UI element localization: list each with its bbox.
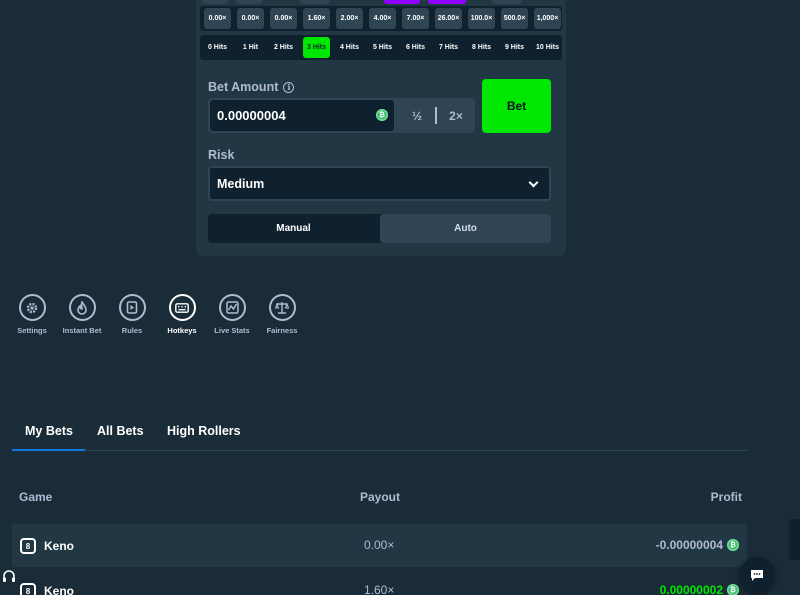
stats-icon: [218, 294, 246, 321]
risk-label: Risk: [208, 148, 235, 162]
tab-high-rollers[interactable]: High Rollers: [167, 424, 241, 438]
keno-bet-panel: 0.00× 0.00× 0.00× 1.60× 2.00× 4.00× 7.00× 26.00…: [196, 0, 566, 256]
tab-all-bets[interactable]: All Bets: [97, 424, 144, 438]
game-tools-bar: Settings Instant Bet Rules Hotkeys Live …: [14, 294, 314, 340]
rules-tool[interactable]: Rules: [107, 294, 157, 335]
bitcoin-icon: ₿: [727, 584, 739, 595]
hits-cell[interactable]: 7 Hits: [435, 37, 462, 58]
hits-cell[interactable]: 1 Hit: [237, 37, 264, 58]
column-header-profit: Profit: [710, 490, 742, 504]
tool-label: Hotkeys: [167, 326, 197, 335]
table-row[interactable]: 8 Keno 0.00× -0.00000004 ₿: [12, 524, 747, 567]
tile-remnant: [300, 0, 330, 4]
auto-tab[interactable]: Auto: [380, 214, 551, 243]
side-panel-edge[interactable]: [789, 519, 800, 560]
hits-cell[interactable]: 3 Hits: [303, 37, 330, 58]
scales-icon: [268, 294, 296, 321]
tile-remnant-selected: [428, 0, 466, 4]
payout-cell: 0.00×: [270, 8, 297, 29]
row-game: 8 Keno: [20, 583, 74, 595]
book-icon: [118, 294, 146, 321]
flame-icon: [68, 294, 96, 321]
half-bet-button[interactable]: ½: [398, 100, 436, 131]
tool-label: Rules: [121, 326, 143, 335]
row-profit-value: 0.00000002: [659, 583, 723, 595]
hits-cell[interactable]: 9 Hits: [501, 37, 528, 58]
bet-amount-field: ₿ ½ 2×: [208, 98, 475, 133]
tool-label: Live Stats: [214, 326, 250, 335]
payout-cell: 500.0×: [501, 8, 528, 29]
hits-cell[interactable]: 8 Hits: [468, 37, 495, 58]
risk-select[interactable]: Medium: [208, 166, 551, 201]
payout-cell: 100.0×: [468, 8, 495, 29]
payout-cell: 2.00×: [336, 8, 363, 29]
bet-button[interactable]: Bet: [482, 79, 551, 133]
bitcoin-icon: ₿: [727, 539, 739, 551]
row-profit: -0.00000004 ₿: [656, 538, 739, 552]
hits-cell[interactable]: 10 Hits: [534, 37, 561, 58]
hits-cell[interactable]: 6 Hits: [402, 37, 429, 58]
mode-toggle: Manual Auto: [208, 214, 551, 243]
keno-icon: 8: [20, 538, 36, 554]
row-profit: 0.00000002 ₿: [660, 583, 739, 595]
row-payout: 1.60×: [364, 583, 395, 595]
payout-cell: 7.00×: [402, 8, 429, 29]
bet-amount-label-group: Bet Amount i: [208, 80, 295, 94]
tile-remnant: [236, 0, 262, 4]
payout-cell: 1,000×: [534, 8, 561, 29]
payout-cell: 26.00×: [435, 8, 462, 29]
column-header-game: Game: [19, 490, 53, 504]
column-header-payout: Payout: [360, 490, 401, 504]
payout-multipliers-row: 0.00× 0.00× 0.00× 1.60× 2.00× 4.00× 7.00× 26.00…: [200, 6, 562, 31]
gear-icon: [18, 294, 46, 321]
bet-amount-label: Bet Amount: [208, 80, 279, 94]
double-bet-button[interactable]: 2×: [437, 100, 475, 131]
hits-row: 0 Hits 1 Hit 2 Hits 3 Hits 4 Hits 5 Hits 6 Hit…: [200, 35, 562, 60]
row-profit-value: -0.00000004: [655, 538, 723, 552]
tile-remnant: [202, 0, 228, 4]
tabs-divider: [12, 450, 748, 451]
row-payout: 0.00×: [364, 538, 395, 552]
hits-cell[interactable]: 4 Hits: [336, 37, 363, 58]
live-stats-tool[interactable]: Live Stats: [207, 294, 257, 335]
tile-remnant-selected: [384, 0, 420, 4]
hotkeys-tool[interactable]: Hotkeys: [157, 294, 207, 335]
hits-cell[interactable]: 2 Hits: [270, 37, 297, 58]
keyboard-icon: [168, 294, 196, 321]
risk-select-value: Medium: [217, 176, 265, 191]
tool-label: Instant Bet: [62, 326, 102, 335]
info-icon[interactable]: i: [283, 81, 295, 93]
instant-bet-tool[interactable]: Instant Bet: [57, 294, 107, 335]
chat-icon: [751, 569, 763, 581]
tool-label: Fairness: [266, 326, 298, 335]
bet-amount-input[interactable]: [210, 100, 394, 131]
keno-icon: 8: [20, 583, 36, 595]
tool-label: Settings: [17, 326, 47, 335]
row-game: 8 Keno: [20, 538, 74, 554]
hits-cell[interactable]: 5 Hits: [369, 37, 396, 58]
settings-tool[interactable]: Settings: [7, 294, 57, 335]
payout-cell: 0.00×: [204, 8, 231, 29]
hits-cell[interactable]: 0 Hits: [204, 37, 231, 58]
tab-my-bets[interactable]: My Bets: [25, 424, 73, 438]
payout-cell: 0.00×: [237, 8, 264, 29]
active-tab-indicator: [12, 449, 85, 451]
headset-icon[interactable]: [0, 566, 18, 588]
manual-tab[interactable]: Manual: [208, 214, 379, 243]
fairness-tool[interactable]: Fairness: [257, 294, 307, 335]
bets-tabs: My Bets All Bets High Rollers: [12, 420, 748, 452]
tile-remnant: [492, 0, 522, 4]
chat-button[interactable]: [739, 557, 775, 593]
payout-cell: 1.60×: [303, 8, 330, 29]
row-game-name: Keno: [44, 584, 74, 595]
payout-cell: 4.00×: [369, 8, 396, 29]
row-game-name: Keno: [44, 539, 74, 553]
bets-table-header: Game Payout Profit: [12, 490, 742, 508]
table-row[interactable]: 8 Keno 1.60× 0.00000002 ₿: [12, 569, 747, 595]
chevron-down-icon: [528, 177, 539, 188]
bitcoin-icon: ₿: [376, 109, 388, 121]
